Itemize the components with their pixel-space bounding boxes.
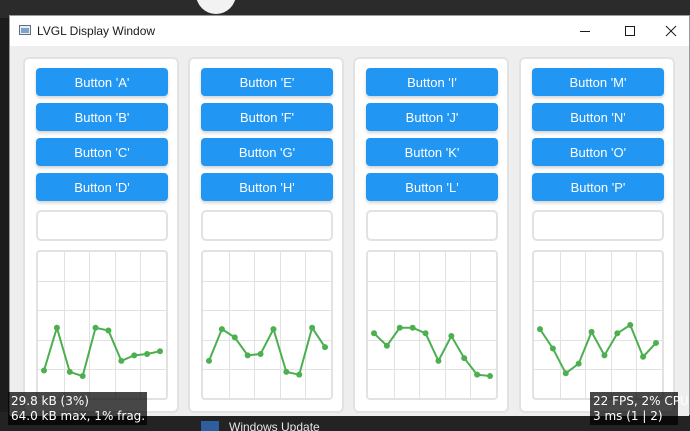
panel-column-1: Button 'A' Button 'B' Button 'C' Button …: [23, 57, 179, 413]
data-point-9: [309, 324, 316, 331]
data-point-4: [409, 324, 416, 331]
data-point-8: [461, 355, 468, 362]
windows-update-icon: [201, 421, 219, 431]
button-f[interactable]: Button 'F': [201, 103, 333, 131]
data-point-8: [627, 322, 634, 328]
data-point-3: [396, 324, 403, 331]
button-d[interactable]: Button 'D': [36, 173, 168, 201]
data-point-1: [371, 330, 377, 337]
data-point-3: [231, 334, 238, 341]
data-point-2: [218, 326, 225, 333]
chart-canvas: [368, 252, 496, 398]
button-p[interactable]: Button 'P': [532, 173, 664, 201]
data-point-1: [537, 326, 543, 333]
series-line: [208, 325, 326, 376]
data-point-7: [118, 357, 125, 364]
app-window-icon: [19, 25, 31, 35]
series-line: [43, 324, 161, 378]
panel-column-2: Button 'E' Button 'F' Button 'G' Button …: [188, 57, 344, 413]
button-c[interactable]: Button 'C': [36, 138, 168, 166]
data-point-4: [244, 352, 251, 359]
memory-usage: 29.8 kB (3%): [11, 394, 89, 408]
panel-column-3: Button 'I' Button 'J' Button 'K' Button …: [353, 57, 509, 413]
data-point-1: [206, 357, 212, 364]
window-title: LVGL Display Window: [37, 24, 156, 38]
render-time: 3 ms (1 | 2): [593, 409, 663, 423]
data-point-5: [92, 324, 99, 331]
button-h[interactable]: Button 'H': [201, 173, 333, 201]
button-a[interactable]: Button 'A': [36, 68, 168, 96]
data-point-8: [296, 371, 303, 378]
line-chart: [366, 250, 498, 400]
text-area[interactable]: [201, 210, 333, 241]
button-o[interactable]: Button 'O': [532, 138, 664, 166]
data-point-3: [66, 368, 73, 375]
data-point-4: [79, 373, 86, 380]
button-g[interactable]: Button 'G': [201, 138, 333, 166]
line-chart: [201, 250, 333, 400]
data-point-2: [53, 324, 60, 331]
memory-max: 64.0 kB max, 1% frag.: [11, 409, 146, 423]
maximize-button[interactable]: [610, 16, 650, 46]
data-point-10: [653, 339, 659, 346]
text-area[interactable]: [532, 210, 664, 241]
chart-canvas: [203, 252, 331, 398]
button-m[interactable]: Button 'M': [532, 68, 664, 96]
data-point-5: [588, 328, 595, 335]
data-point-9: [474, 371, 481, 378]
series-line: [539, 323, 657, 375]
data-point-8: [131, 352, 138, 359]
data-point-6: [601, 352, 608, 359]
chart-canvas: [534, 252, 662, 398]
maximize-icon: [625, 26, 635, 36]
data-point-1: [41, 367, 47, 374]
data-point-7: [614, 330, 621, 337]
data-point-7: [448, 333, 455, 340]
windows-update-label: Windows Update: [229, 420, 320, 431]
chart-canvas: [38, 252, 166, 398]
data-point-5: [257, 350, 264, 357]
minimize-button[interactable]: [565, 16, 605, 46]
lvgl-display-window: LVGL Display Window Button 'A' Button 'B…: [9, 15, 690, 416]
data-point-5: [422, 330, 429, 337]
button-e[interactable]: Button 'E': [201, 68, 333, 96]
text-area[interactable]: [366, 210, 498, 241]
data-point-3: [562, 370, 569, 377]
data-point-4: [575, 360, 582, 367]
text-area[interactable]: [36, 210, 168, 241]
memory-monitor: 29.8 kB (3%) 64.0 kB max, 1% frag.: [8, 392, 147, 425]
button-b[interactable]: Button 'B': [36, 103, 168, 131]
data-point-10: [487, 373, 493, 380]
data-point-9: [640, 353, 647, 360]
close-icon: [665, 25, 677, 37]
button-j[interactable]: Button 'J': [366, 103, 498, 131]
data-point-9: [144, 350, 151, 357]
line-chart: [36, 250, 168, 400]
button-i[interactable]: Button 'I': [366, 68, 498, 96]
data-point-10: [157, 348, 163, 355]
button-n[interactable]: Button 'N': [532, 103, 664, 131]
data-point-6: [435, 357, 442, 364]
lvgl-screen: Button 'A' Button 'B' Button 'C' Button …: [10, 46, 689, 416]
line-chart: [532, 250, 664, 400]
data-point-6: [270, 326, 277, 333]
button-l[interactable]: Button 'L': [366, 173, 498, 201]
data-point-7: [283, 368, 290, 375]
panel-column-4: Button 'M' Button 'N' Button 'O' Button …: [519, 57, 675, 413]
fps-cpu: 22 FPS, 2% CPU: [593, 394, 689, 408]
performance-monitor: 22 FPS, 2% CPU 3 ms (1 | 2): [590, 392, 689, 425]
data-point-2: [383, 342, 390, 349]
title-bar[interactable]: LVGL Display Window: [10, 16, 689, 46]
close-button[interactable]: [651, 16, 690, 46]
data-point-2: [549, 345, 556, 352]
button-k[interactable]: Button 'K': [366, 138, 498, 166]
series-line: [373, 326, 491, 378]
minimize-icon: [580, 31, 590, 32]
data-point-10: [322, 344, 328, 351]
data-point-6: [105, 327, 112, 334]
